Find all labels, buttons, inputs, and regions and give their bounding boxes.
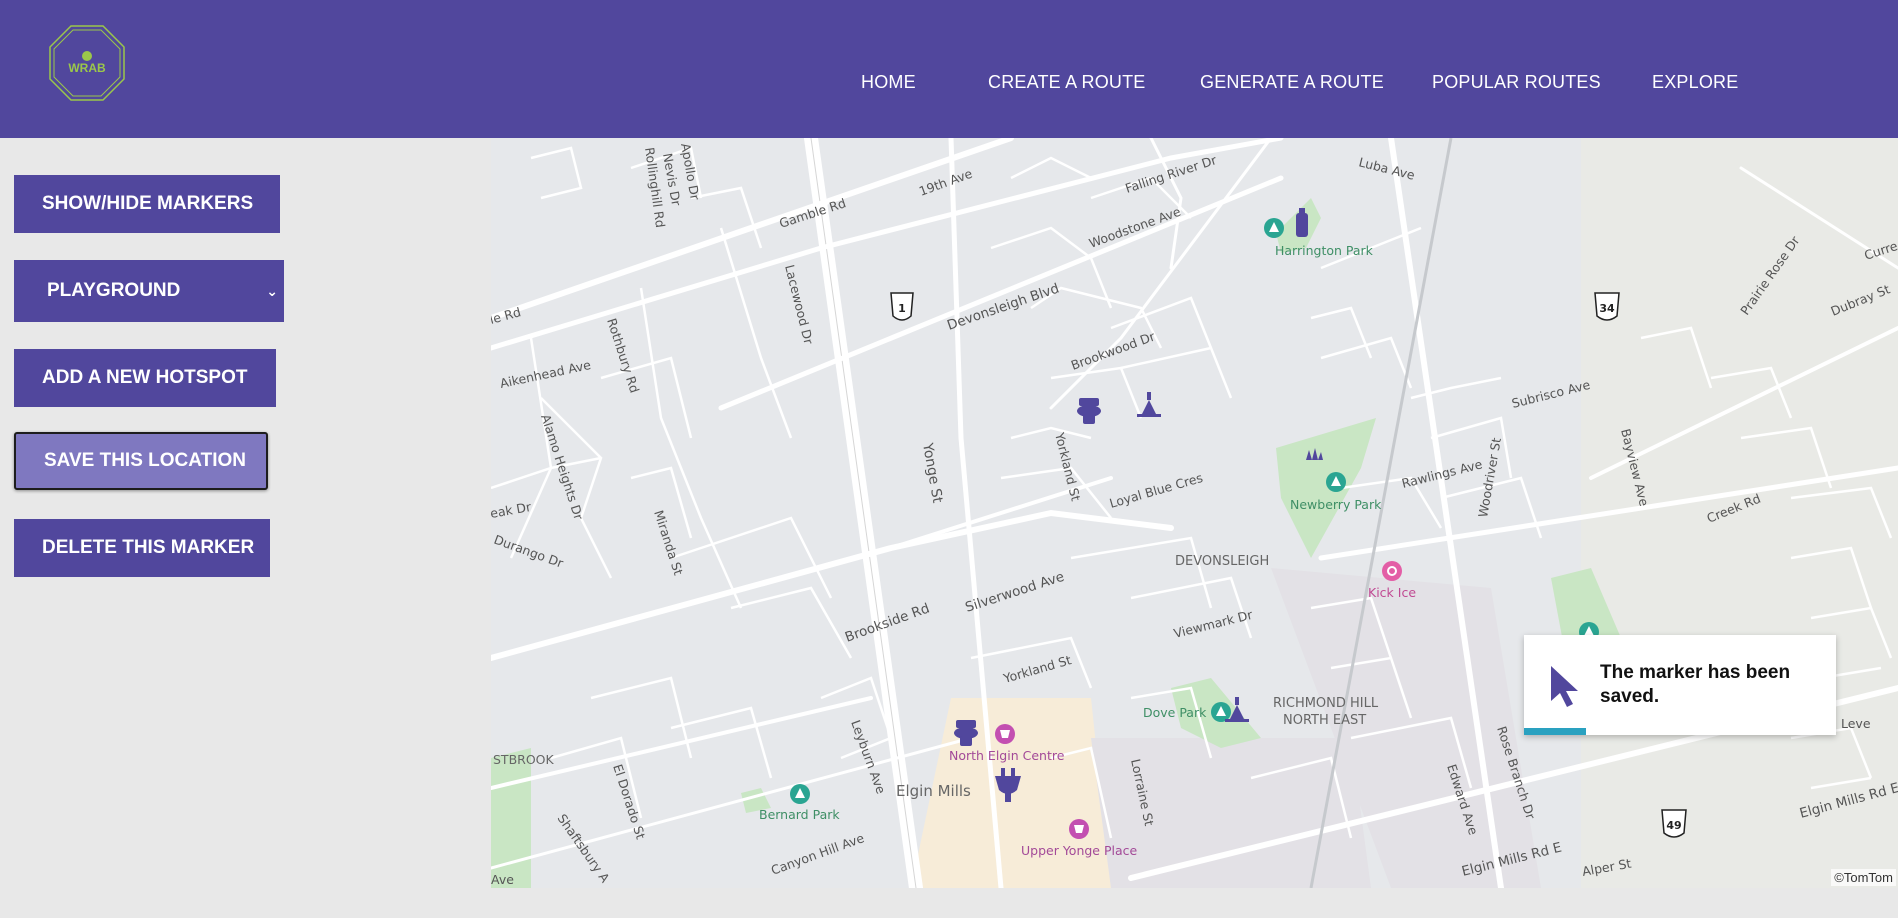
svg-text:Loyal Blue Cres: Loyal Blue Cres [1108,470,1205,511]
svg-text:Rothbury Rd: Rothbury Rd [604,316,642,394]
park-poi-icon[interactable] [790,784,810,804]
show-hide-markers-button[interactable]: SHOW/HIDE MARKERS [14,175,280,233]
save-notification-toast[interactable]: The marker has been saved. [1524,635,1836,735]
svg-text:Subrisco Ave: Subrisco Ave [1510,377,1592,411]
map-canvas[interactable]: Gamble Rd 19th Ave Falling River Dr Luba… [491,138,1898,888]
add-hotspot-button[interactable]: ADD A NEW HOTSPOT [14,349,276,407]
svg-text:1: 1 [898,302,906,315]
toilet-marker-icon[interactable] [1077,398,1101,424]
playground-marker-icon[interactable] [1137,392,1161,417]
highway-shield-34: 34 [1594,292,1620,321]
svg-text:Bernard Park: Bernard Park [759,807,840,822]
highway-shield-49: 49 [1661,809,1687,838]
ice-rink-poi-icon[interactable] [1382,561,1402,581]
svg-text:Lacewood Dr: Lacewood Dr [782,263,816,346]
svg-text:le Rd: le Rd [491,304,522,327]
nav-explore[interactable]: EXPLORE [1652,72,1738,93]
svg-text:NORTH EAST: NORTH EAST [1283,713,1366,728]
park-poi-icon[interactable] [1326,472,1346,492]
nav-popular-routes[interactable]: POPULAR ROUTES [1432,72,1601,93]
logo-text: WRAB [68,61,106,75]
nav-home[interactable]: HOME [861,72,916,93]
svg-text:Dove Park: Dove Park [1143,705,1207,720]
svg-text:North Elgin Centre: North Elgin Centre [949,748,1065,763]
map-copyright: ©TomTom [1831,869,1896,886]
svg-text:Elgin Mills: Elgin Mills [896,782,971,800]
newberry-park-area [1276,418,1376,558]
svg-text:DEVONSLEIGH: DEVONSLEIGH [1175,554,1269,569]
category-select-value: PLAYGROUND [47,280,181,301]
wrab-logo[interactable]: WRAB [48,24,126,102]
svg-text:Yorkland St: Yorkland St [1052,430,1084,502]
svg-text:Leyburn Ave: Leyburn Ave [848,718,889,796]
svg-text:Viewmark Dr: Viewmark Dr [1172,607,1255,641]
svg-text:Durango Dr: Durango Dr [492,532,566,571]
cursor-pointer-icon [1551,666,1578,707]
save-location-button[interactable]: SAVE THIS LOCATION [14,432,268,490]
svg-text:Kick Ice: Kick Ice [1368,585,1416,600]
svg-text:STBROOK: STBROOK [493,752,555,767]
toast-message: The marker has been saved. [1600,662,1791,707]
sidebar: SHOW/HIDE MARKERS PLAYGROUND ⌄ ADD A NEW… [0,138,491,918]
svg-text:RICHMOND HILL: RICHMOND HILL [1273,696,1379,711]
svg-text:Newberry Park: Newberry Park [1290,497,1382,512]
svg-text:Gamble Rd: Gamble Rd [777,195,847,231]
svg-text:Miranda St: Miranda St [651,508,686,577]
shopping-poi-icon[interactable] [995,724,1015,744]
map-view[interactable]: Gamble Rd 19th Ave Falling River Dr Luba… [491,138,1898,888]
svg-text:Canyon Hill Ave: Canyon Hill Ave [769,830,866,878]
svg-text:34: 34 [1599,302,1615,315]
svg-text:Yonge St: Yonge St [919,441,946,505]
svg-text:49: 49 [1666,819,1681,832]
svg-text:Harrington Park: Harrington Park [1275,243,1374,258]
delete-marker-button[interactable]: DELETE THIS MARKER [14,519,270,577]
svg-text:Woodstone Ave: Woodstone Ave [1087,204,1183,251]
svg-text:Yorkland St: Yorkland St [1001,652,1073,686]
svg-text:Leve: Leve [1841,716,1871,731]
nav-generate-route[interactable]: GENERATE A ROUTE [1200,72,1384,93]
toast-progress-bar [1524,728,1587,735]
svg-text:Woodriver St: Woodriver St [1475,437,1504,519]
svg-text:Upper Yonge Place: Upper Yonge Place [1021,843,1138,858]
park-poi-icon[interactable] [1264,218,1284,238]
svg-text:Silverwood Ave: Silverwood Ave [963,569,1066,616]
svg-text:eak Dr: eak Dr [491,499,533,521]
chevron-down-icon: ⌄ [266,282,278,299]
top-navbar: WRAB HOME CREATE A ROUTE GENERATE A ROUT… [0,0,1898,138]
svg-text:Brookwood Dr: Brookwood Dr [1069,328,1158,373]
svg-text:Luba Ave: Luba Ave [1357,154,1416,182]
highway-shield-1: 1 [890,292,914,321]
svg-text:Ave: Ave [491,872,514,887]
nav-create-route[interactable]: CREATE A ROUTE [988,72,1146,93]
svg-text:Aikenhead Ave: Aikenhead Ave [499,357,593,391]
svg-text:Alamo Heights Dr: Alamo Heights Dr [538,412,587,522]
category-select[interactable]: PLAYGROUND ⌄ [14,260,284,322]
shopping-poi-icon[interactable] [1069,819,1089,839]
